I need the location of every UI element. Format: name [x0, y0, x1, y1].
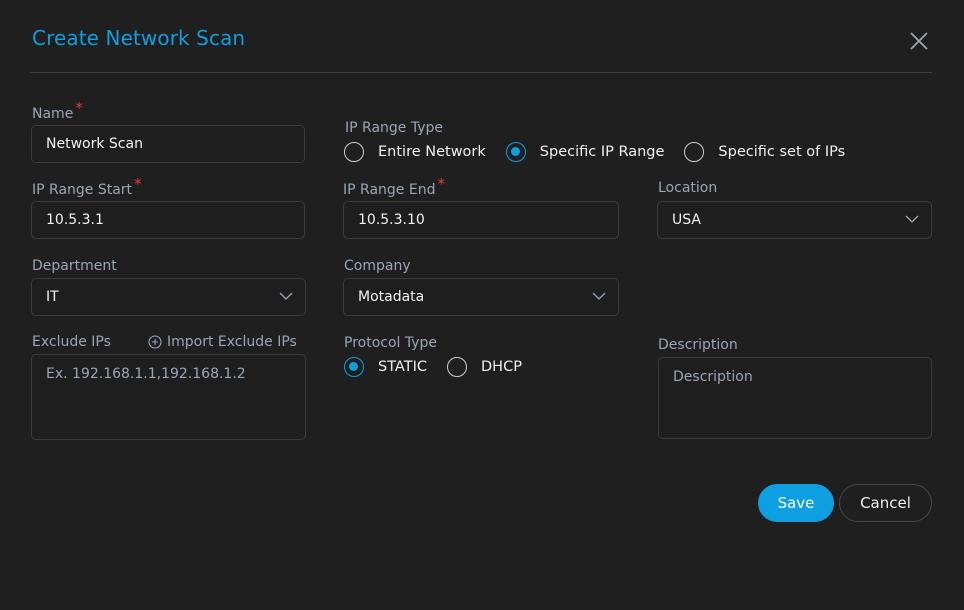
radio-static[interactable]: STATIC	[344, 357, 427, 377]
radio-entire-network[interactable]: Entire Network	[344, 142, 486, 162]
location-label: Location	[658, 180, 718, 196]
department-value: IT	[46, 289, 59, 305]
ip-range-type-label: IP Range Type	[345, 120, 443, 136]
ip-range-start-input[interactable]: 10.5.3.1	[31, 201, 305, 239]
ip-range-end-label-text: IP Range End	[343, 182, 436, 198]
exclude-ips-textarea[interactable]: Ex. 192.168.1.1,192.168.1.2	[31, 354, 306, 440]
ip-range-end-value: 10.5.3.10	[358, 212, 425, 228]
radio-circle	[344, 142, 364, 162]
ip-range-start-label: IP Range Start *	[32, 175, 142, 198]
radio-label: DHCP	[481, 359, 522, 375]
name-label-text: Name	[32, 106, 74, 122]
radio-label: STATIC	[378, 359, 427, 375]
exclude-ips-placeholder: Ex. 192.168.1.1,192.168.1.2	[46, 366, 246, 382]
department-select[interactable]: IT	[31, 278, 306, 316]
radio-label: Entire Network	[378, 144, 486, 160]
dialog-title: Create Network Scan	[32, 26, 246, 50]
chevron-down-icon	[905, 215, 919, 223]
header-divider	[30, 72, 932, 73]
plus-circle-icon	[148, 335, 162, 349]
required-mark: *	[75, 99, 83, 117]
company-label: Company	[344, 258, 411, 274]
radio-specific-set-of-ips[interactable]: Specific set of IPs	[684, 142, 845, 162]
import-exclude-ips-link[interactable]: Import Exclude IPs	[148, 334, 297, 350]
chevron-down-icon	[279, 292, 293, 300]
protocol-type-group: STATIC DHCP	[344, 357, 542, 377]
radio-circle	[684, 142, 705, 162]
cancel-button[interactable]: Cancel	[839, 484, 932, 522]
radio-specific-ip-range[interactable]: Specific IP Range	[505, 142, 665, 162]
close-icon	[910, 32, 928, 50]
save-button[interactable]: Save	[758, 484, 834, 522]
department-label: Department	[32, 258, 117, 274]
ip-range-start-label-text: IP Range Start	[32, 182, 133, 198]
required-mark: *	[134, 175, 142, 193]
name-input[interactable]: Network Scan	[31, 125, 305, 163]
description-textarea[interactable]: Description	[658, 357, 932, 439]
radio-circle	[447, 357, 467, 377]
ip-range-end-input[interactable]: 10.5.3.10	[343, 201, 619, 239]
required-mark: *	[437, 175, 445, 193]
close-button[interactable]	[908, 30, 930, 52]
radio-dhcp[interactable]: DHCP	[447, 357, 522, 377]
location-select[interactable]: USA	[657, 201, 932, 239]
radio-label: Specific set of IPs	[718, 144, 846, 160]
location-value: USA	[672, 212, 701, 228]
chevron-down-icon	[592, 292, 606, 300]
ip-range-end-label: IP Range End *	[343, 175, 445, 198]
company-value: Motadata	[358, 289, 425, 305]
ip-range-type-group: Entire Network Specific IP Range Specifi…	[344, 142, 865, 162]
radio-label: Specific IP Range	[539, 144, 665, 160]
radio-circle-checked	[505, 142, 526, 162]
description-label: Description	[658, 337, 738, 353]
exclude-ips-label: Exclude IPs	[32, 334, 111, 350]
name-value: Network Scan	[46, 136, 143, 152]
name-label: Name *	[32, 99, 83, 122]
company-select[interactable]: Motadata	[343, 278, 619, 316]
radio-circle-checked	[344, 357, 364, 377]
ip-range-start-value: 10.5.3.1	[46, 212, 104, 228]
description-placeholder: Description	[673, 369, 753, 385]
protocol-type-label: Protocol Type	[344, 335, 438, 351]
import-exclude-ips-label: Import Exclude IPs	[167, 334, 297, 350]
